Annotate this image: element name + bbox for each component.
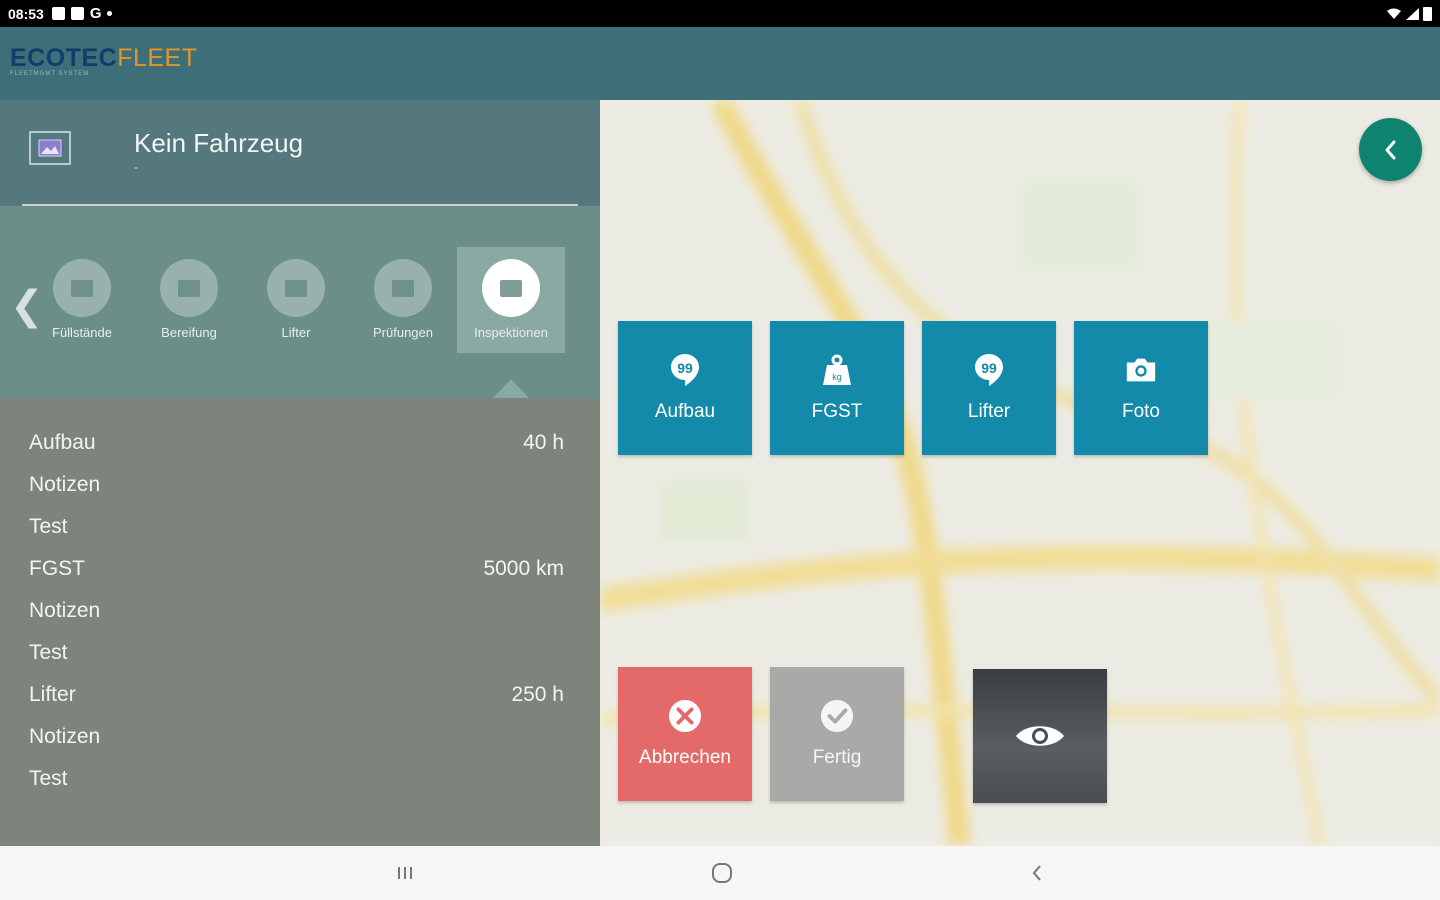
box-icon xyxy=(500,279,522,297)
status-bar: 08:53 G xyxy=(0,0,1440,27)
calendar-icon xyxy=(70,7,84,20)
status-time: 08:53 xyxy=(8,5,44,22)
list-item[interactable]: Aufbau 40 h xyxy=(0,423,600,465)
tab-fuellstaende[interactable]: Füllstände xyxy=(28,247,136,353)
fgst-button[interactable]: kg FGST xyxy=(770,321,904,455)
list-item[interactable]: Notizen xyxy=(0,465,600,507)
signal-icon xyxy=(1406,7,1419,20)
camera-icon xyxy=(1124,353,1158,387)
list-item[interactable]: Lifter 250 h xyxy=(0,675,600,717)
list-item[interactable]: FGST 5000 km xyxy=(0,549,600,591)
list-item[interactable]: Test xyxy=(0,633,600,675)
left-panel: Kein Fahrzeug - ❮ Füllstände Bereifung L… xyxy=(0,100,600,846)
vehicle-image-icon xyxy=(29,131,71,165)
system-nav-bar xyxy=(0,846,1440,900)
cancel-button[interactable]: Abbrechen xyxy=(618,667,752,801)
weight-icon: kg xyxy=(820,353,854,387)
app-logo: ECOTECFLEET xyxy=(10,44,198,72)
image-icon xyxy=(51,7,65,20)
svg-text:99: 99 xyxy=(981,360,997,376)
tab-inspektionen[interactable]: Inspektionen xyxy=(457,247,565,353)
wifi-icon xyxy=(1387,8,1401,19)
back-button[interactable] xyxy=(1359,118,1422,181)
quote-bubble-icon: 99 xyxy=(972,353,1006,387)
list-item[interactable]: Notizen xyxy=(0,717,600,759)
back-nav-icon[interactable] xyxy=(1022,860,1052,886)
tab-lifter[interactable]: Lifter xyxy=(242,247,350,353)
tab-pruefungen[interactable]: Prüfungen xyxy=(349,247,457,353)
battery-icon xyxy=(1423,6,1432,21)
active-tab-pointer xyxy=(493,379,529,398)
box-icon xyxy=(285,279,307,297)
lifter-button[interactable]: 99 Lifter xyxy=(922,321,1056,455)
vehicle-title: Kein Fahrzeug xyxy=(134,128,304,158)
home-icon[interactable] xyxy=(707,860,737,886)
list-item[interactable]: Test xyxy=(0,507,600,549)
svg-text:99: 99 xyxy=(677,360,693,376)
google-icon: G xyxy=(89,5,102,22)
box-icon xyxy=(392,279,414,297)
chevron-left-icon xyxy=(1385,140,1395,159)
box-icon xyxy=(71,279,93,297)
preview-button[interactable] xyxy=(973,669,1107,803)
done-button[interactable]: Fertig xyxy=(770,667,904,801)
aufbau-button[interactable]: 99 Aufbau xyxy=(618,321,752,455)
recent-apps-icon[interactable] xyxy=(390,860,420,886)
cancel-circle-icon xyxy=(668,699,702,733)
box-icon xyxy=(178,279,200,297)
vehicle-subtitle: - xyxy=(134,160,138,174)
list-item[interactable]: Notizen xyxy=(0,591,600,633)
list-item[interactable]: Test xyxy=(0,759,600,801)
tab-bereifung[interactable]: Bereifung xyxy=(135,247,243,353)
app-header: ECOTECFLEET FLEETMGMT SYSTEM xyxy=(0,27,1440,100)
foto-button[interactable]: Foto xyxy=(1074,321,1208,455)
logo-subtitle: FLEETMGMT SYSTEM xyxy=(10,71,90,77)
vehicle-header: Kein Fahrzeug - xyxy=(0,100,600,207)
quote-bubble-icon: 99 xyxy=(668,353,702,387)
check-circle-icon xyxy=(820,699,854,733)
inspection-list: Aufbau 40 h Notizen Test FGST 5000 km Noti… xyxy=(0,423,600,801)
svg-text:kg: kg xyxy=(832,372,842,382)
dot-icon xyxy=(107,11,113,16)
eye-icon xyxy=(1010,719,1070,753)
